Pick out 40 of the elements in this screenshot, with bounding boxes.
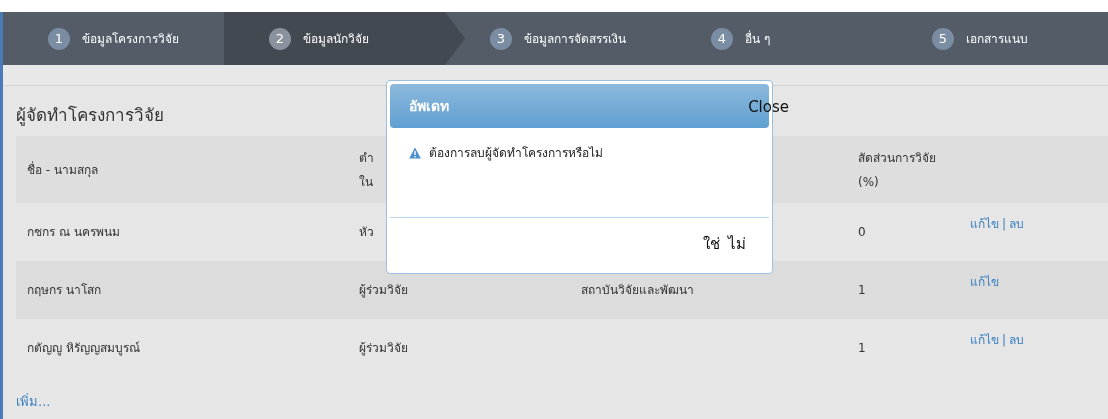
step-number: 3 (490, 27, 512, 50)
dialog-button[interactable]: ไม่ (726, 232, 748, 256)
add-link[interactable]: เพิ่ม... (16, 393, 51, 411)
step-tab[interactable]: 3 ข้อมูลการจัดสรรเงิน (445, 12, 666, 65)
warning-icon (409, 146, 421, 159)
step-tab[interactable]: 4 อื่น ๆ (666, 12, 887, 65)
action-link[interactable]: ลบ (1009, 217, 1025, 231)
dialog-message: ต้องการลบผู้จัดทำโครงการหรือไม่ (429, 145, 603, 162)
step-label: อื่น ๆ (745, 29, 770, 48)
step-number: 2 (269, 27, 291, 50)
step-label: เอกสารแนบ (966, 31, 1028, 48)
separator: | (1001, 333, 1008, 347)
step-label: ข้อมูลโครงการวิจัย (82, 31, 179, 48)
table-cell: หัว (359, 225, 374, 239)
table-cell: กตัญญู หิรัญญสมบูรณ์ (27, 341, 140, 355)
step-tab[interactable]: 1 ข้อมูลโครงการวิจัย (3, 12, 224, 65)
action-link[interactable]: ลบ (1009, 333, 1025, 347)
table-cell: 1 (858, 283, 866, 297)
table-cell: สถาบันวิจัยและพัฒนา (581, 283, 694, 297)
table-cell: กฤษกร นาโสก (27, 283, 101, 297)
action-link[interactable]: แก้ไข (970, 217, 999, 231)
table-cell: ผู้ร่วมวิจัย (359, 283, 408, 297)
table-cell: 1 (858, 341, 866, 355)
table-cell: 0 (858, 225, 866, 239)
section-title: ผู้จัดทำโครงการวิจัย (16, 104, 164, 128)
step-number: 5 (932, 27, 954, 50)
step-number: 4 (711, 27, 733, 50)
column-header: ตำ ใน (359, 150, 374, 189)
dialog-button[interactable]: ใช่ (701, 232, 722, 256)
column-header: ชื่อ - นามสกุล (27, 162, 98, 177)
step-tab[interactable]: 5 เอกสารแนบ (887, 12, 1108, 65)
table-cell: ผู้ร่วมวิจัย (359, 341, 408, 355)
separator: | (1001, 217, 1008, 231)
column-header: สัดส่วนการวิจัย (%) (858, 150, 936, 189)
step-number: 1 (48, 27, 70, 50)
step-label: ข้อมูลการจัดสรรเงิน (524, 31, 626, 48)
action-link[interactable]: แก้ไข (970, 333, 999, 347)
table-cell: กชกร ณ นครพนม (27, 225, 120, 239)
dialog-title: อัพเดท (409, 97, 449, 116)
step-label: ข้อมูลนักวิจัย (303, 31, 369, 48)
